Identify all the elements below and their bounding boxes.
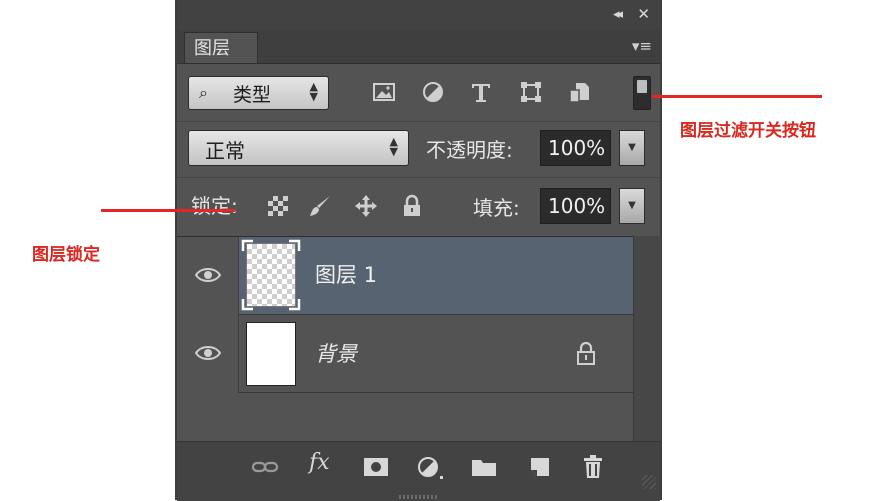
layer-row[interactable]: 图层 1 — [177, 237, 633, 315]
fill-label: 填充: — [473, 196, 520, 220]
blend-mode-select[interactable]: 正常 ▲ ▼ — [188, 130, 409, 166]
opacity-input[interactable]: 100% — [540, 130, 611, 166]
visibility-cell[interactable] — [177, 315, 239, 393]
filter-kind-select[interactable]: ⌕ 类型 ▲ ▼ — [188, 76, 329, 110]
lock-image-pixels-icon[interactable] — [307, 193, 333, 219]
lock-icon — [577, 341, 595, 365]
lock-transparent-pixels-icon[interactable] — [265, 193, 291, 219]
layers-scrollbar[interactable] — [633, 236, 661, 441]
panel-menu-icon[interactable]: ▾≡ — [632, 37, 652, 55]
fill-dropdown-button[interactable]: ▼ — [619, 188, 645, 224]
filter-kind-label: 类型 — [233, 84, 272, 106]
shape-filter-icon[interactable] — [517, 78, 545, 106]
eye-icon[interactable] — [194, 266, 222, 284]
select-arrows-icon: ▲ ▼ — [389, 135, 398, 158]
visibility-cell[interactable] — [177, 237, 239, 315]
image-filter-icon[interactable] — [370, 78, 398, 106]
layer-lock-callout-line — [101, 209, 235, 212]
divider — [177, 177, 660, 178]
adjustment-filter-icon[interactable] — [419, 78, 447, 106]
layer-row[interactable]: 背景 — [177, 315, 633, 393]
new-group-icon[interactable] — [468, 454, 500, 480]
layer-lock-annotation: 图层锁定 — [32, 245, 100, 265]
layer-name[interactable]: 背景 — [315, 338, 357, 368]
divider — [177, 121, 660, 122]
add-mask-icon[interactable] — [360, 454, 392, 480]
lock-all-icon[interactable] — [399, 193, 425, 219]
panel-title-bar: ◂◂ ✕ — [177, 0, 660, 31]
search-icon: ⌕ — [199, 83, 208, 102]
opacity-label: 不透明度: — [426, 138, 513, 162]
link-layers-icon[interactable] — [249, 454, 281, 480]
delete-layer-icon[interactable] — [577, 454, 609, 480]
eye-icon[interactable] — [194, 344, 222, 362]
filter-toggle-switch[interactable] — [633, 76, 651, 110]
collapse-panel-button[interactable]: ◂◂ — [613, 7, 623, 22]
layers-list: 图层 1 背景 — [177, 236, 633, 442]
fill-input[interactable]: 100% — [540, 188, 611, 224]
new-adjustment-icon[interactable] — [413, 454, 445, 480]
filter-toggle-knob — [637, 80, 647, 93]
lock-label: 锁定: — [191, 194, 238, 218]
bottom-toolbar: fx — [177, 441, 660, 501]
select-arrows-icon: ▲ ▼ — [309, 80, 318, 103]
selection-frame-icon — [241, 239, 301, 311]
fx-icon[interactable]: fx — [309, 450, 341, 476]
resize-handle[interactable] — [399, 495, 439, 499]
layer-name[interactable]: 图层 1 — [315, 259, 377, 289]
type-filter-icon[interactable] — [467, 78, 495, 106]
lock-position-icon[interactable] — [353, 193, 379, 219]
blend-mode-label: 正常 — [205, 139, 245, 163]
filter-toggle-annotation: 图层过滤开关按钮 — [680, 121, 816, 141]
layers-panel: ◂◂ ✕ 图层 ▾≡ ⌕ 类型 ▲ ▼ 正常 ▲ ▼ 不透明度: 100% ▼ … — [175, 0, 662, 501]
layer-thumbnail[interactable] — [246, 322, 296, 386]
smart-object-filter-icon[interactable] — [565, 78, 593, 106]
tab-layers[interactable]: 图层 — [184, 32, 258, 63]
tab-row: 图层 ▾≡ — [177, 30, 660, 64]
new-layer-icon[interactable] — [523, 454, 555, 480]
filter-toggle-callout-line — [652, 95, 822, 98]
resize-corner-icon[interactable] — [642, 475, 656, 489]
close-panel-button[interactable]: ✕ — [637, 5, 650, 23]
opacity-dropdown-button[interactable]: ▼ — [619, 130, 645, 166]
